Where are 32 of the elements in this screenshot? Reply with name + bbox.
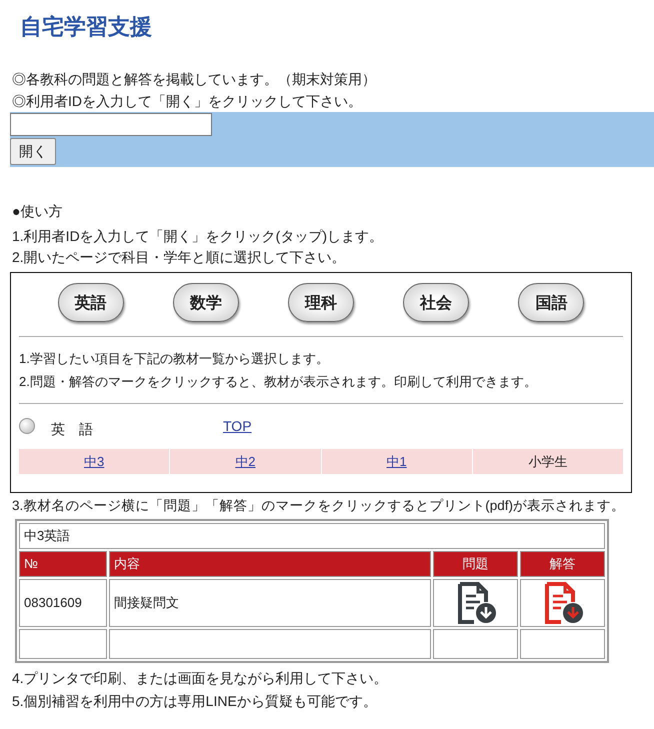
- top-link[interactable]: TOP: [223, 416, 252, 436]
- radio-button[interactable]: [19, 418, 35, 434]
- step-text: 4.プリンタで印刷、または画面を見ながら利用して下さい。: [12, 669, 388, 688]
- subject-button[interactable]: 英語: [58, 283, 124, 322]
- subject-button[interactable]: 国語: [518, 283, 584, 322]
- column-header: 内容: [109, 551, 431, 577]
- notice-text: ◎利用者IDを入力して「開く」をクリックして下さい。: [12, 92, 362, 111]
- subject-button[interactable]: 社会: [403, 283, 470, 322]
- step-text: 5.個別補習を利用中の方は専用LINEから質疑も可能です。: [12, 692, 377, 711]
- subject-button[interactable]: 数学: [172, 283, 239, 322]
- column-header: 解答: [520, 551, 605, 577]
- step-text: 1.利用者IDを入力して「開く」をクリック(タップ)します。: [12, 227, 383, 246]
- grade-tab[interactable]: 中3: [19, 449, 170, 474]
- column-header: №: [19, 551, 107, 577]
- step-text: 2.開いたページで科目・学年と順に選択して下さい。: [12, 248, 346, 267]
- page-title: 自宅学習支援: [20, 13, 152, 41]
- instruction-text: 2.問題・解答のマークをクリックすると、教材が表示されます。印刷して利用できます。: [19, 373, 537, 391]
- table-cell: 08301609: [19, 579, 107, 627]
- column-header: 問題: [433, 551, 518, 577]
- instruction-text: 1.学習したい項目を下記の教材一覧から選択します。: [19, 350, 329, 368]
- subject-label: 英 語: [51, 420, 93, 438]
- table-cell: 間接疑問文: [109, 579, 431, 627]
- grade-label: 小学生: [472, 449, 623, 474]
- user-id-field[interactable]: [10, 113, 212, 136]
- subject-button[interactable]: 理科: [288, 283, 354, 322]
- grade-tab[interactable]: 中2: [170, 449, 320, 474]
- open-button[interactable]: 開く: [10, 138, 56, 165]
- section-heading: ●使い方: [12, 202, 62, 221]
- grade-tab[interactable]: 中1: [322, 449, 472, 474]
- step-text: 3.教材名のページ横に「問題」「解答」のマークをクリックするとプリント(pdf)が表示されます。: [12, 497, 626, 515]
- table-caption: 中3英語: [19, 523, 605, 549]
- notice-text: ◎各教科の問題と解答を掲載しています。（期末対策用）: [12, 70, 376, 89]
